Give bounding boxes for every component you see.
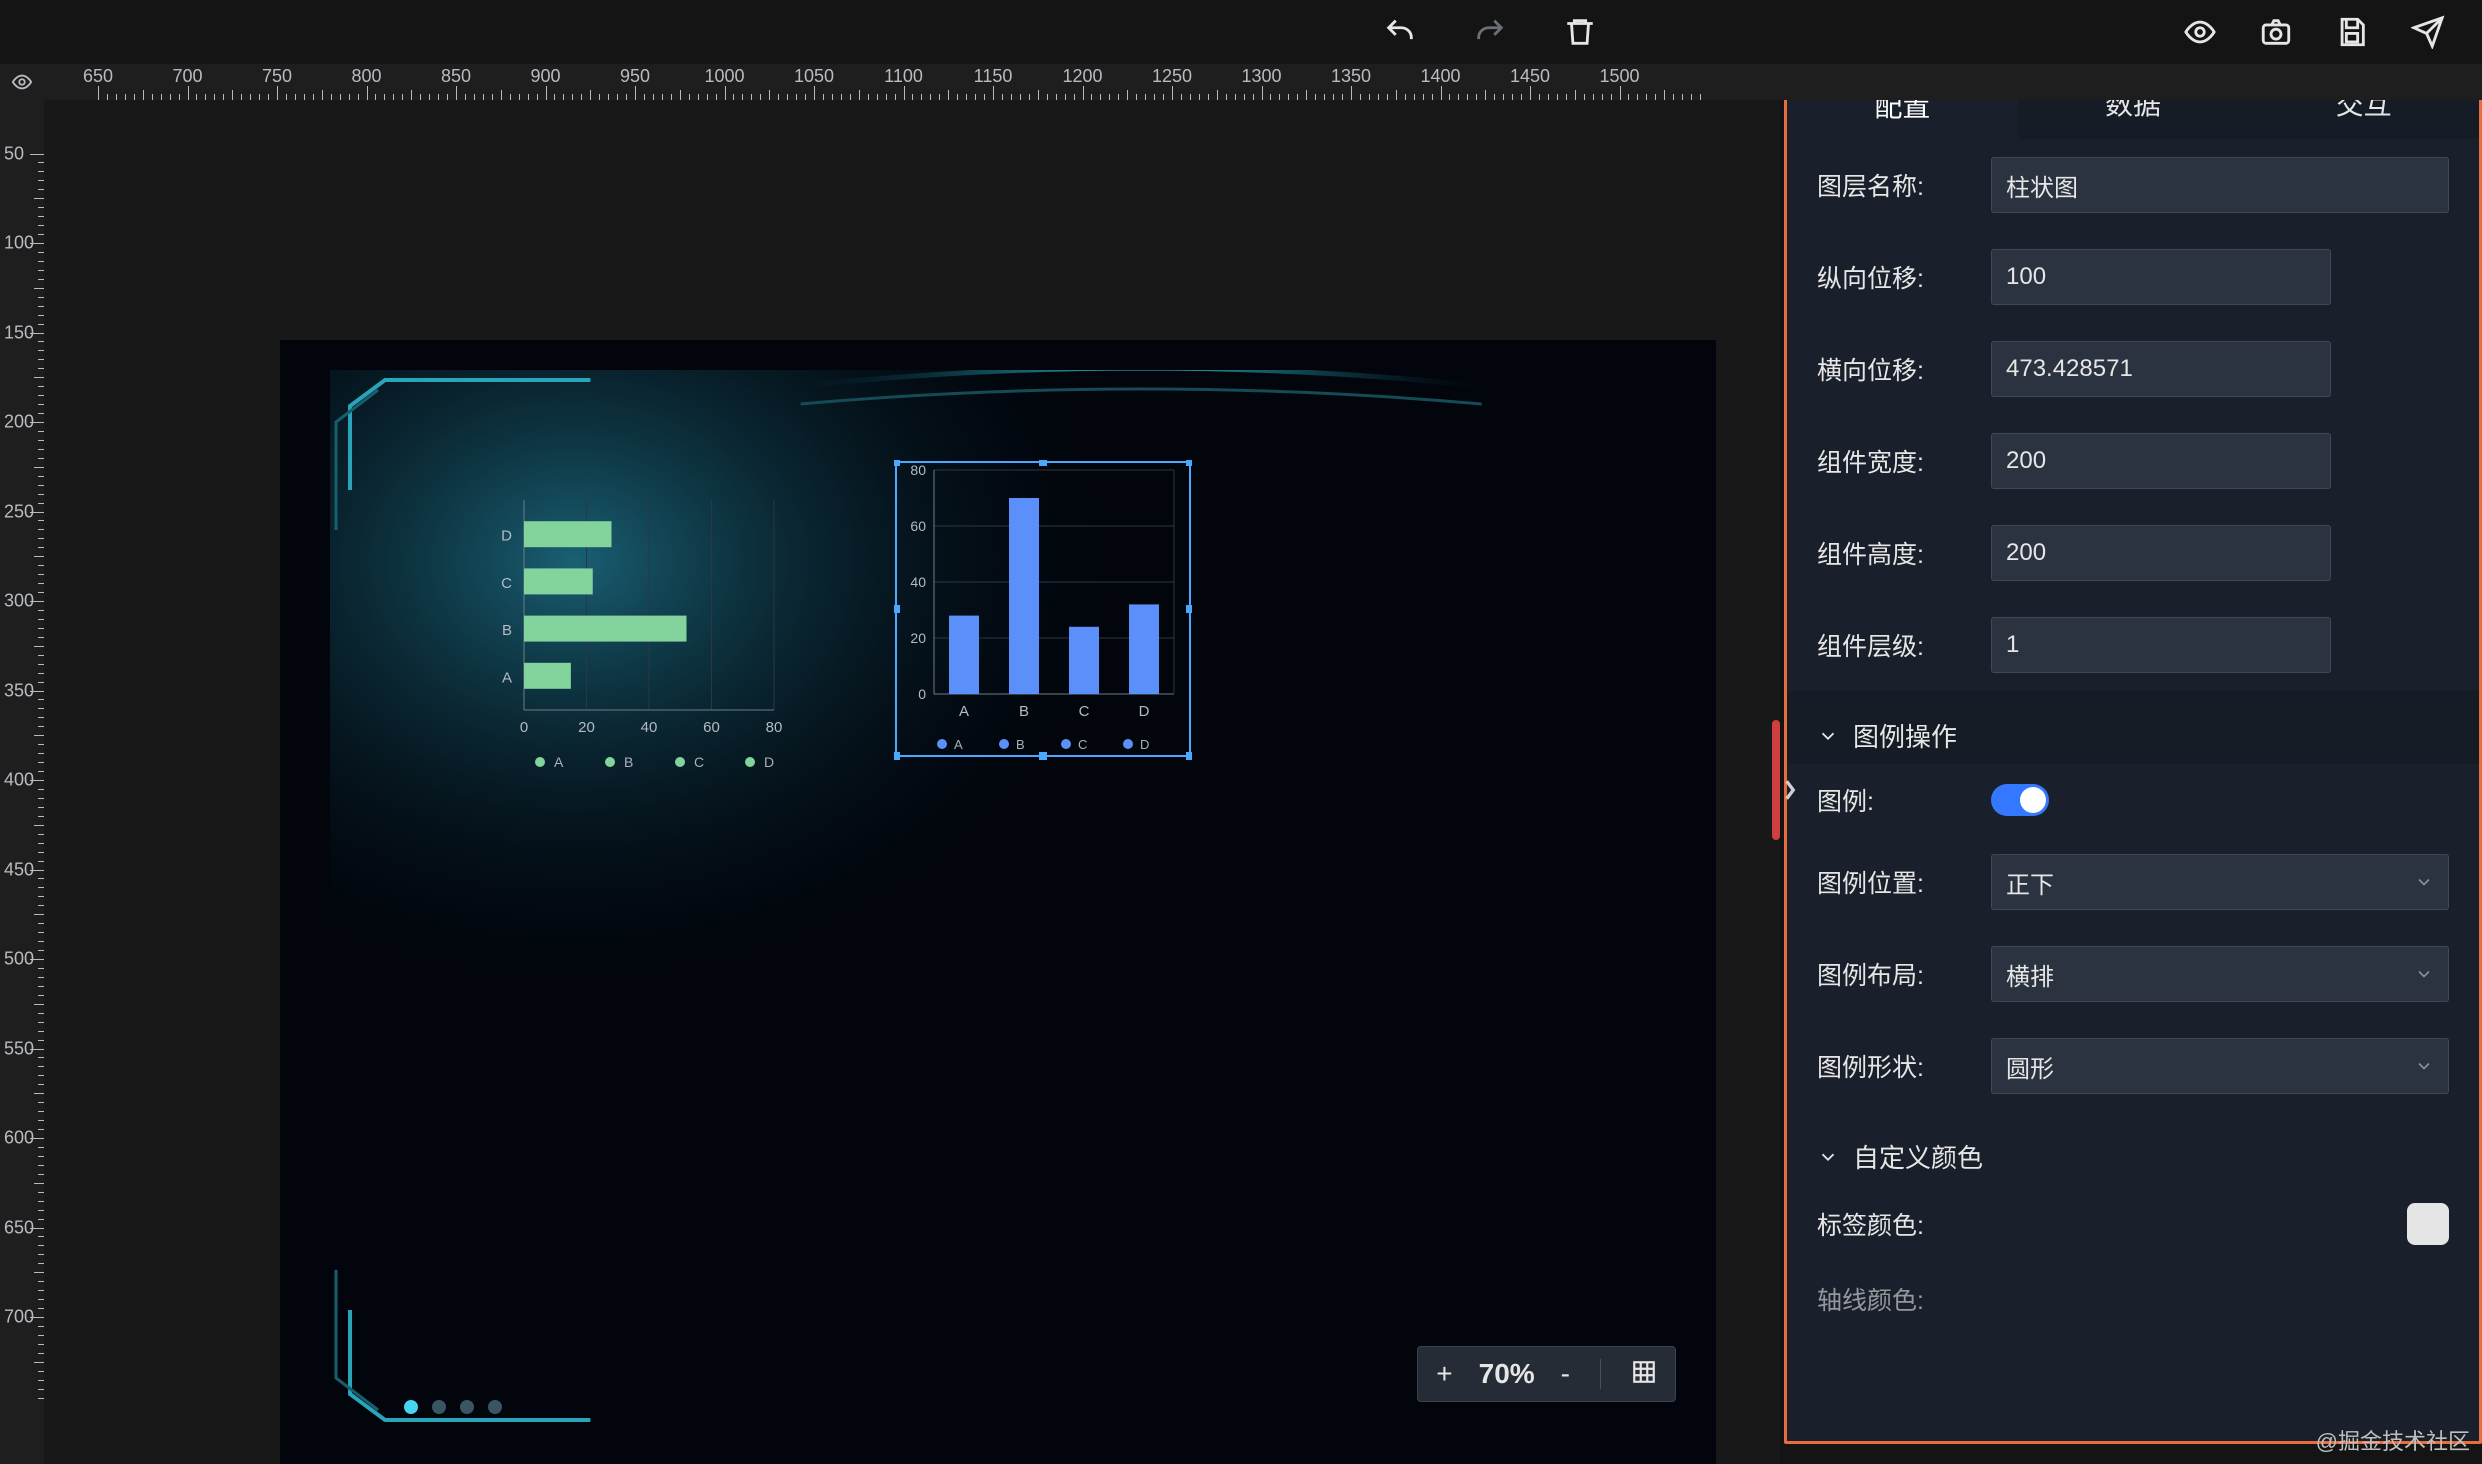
- label-axis-color: 轴线颜色:: [1817, 1281, 2449, 1317]
- label-legend-shape: 图例形状:: [1817, 1048, 1971, 1084]
- svg-text:C: C: [1079, 703, 1090, 720]
- pager-dot-2[interactable]: [432, 1400, 446, 1414]
- svg-text:D: D: [1140, 737, 1149, 752]
- input-layer-name[interactable]: [1991, 157, 2449, 213]
- svg-text:D: D: [1139, 703, 1150, 720]
- select-legend-layout-value: 横排: [2006, 957, 2054, 992]
- label-offset-y: 纵向位移:: [1817, 259, 1971, 295]
- svg-text:C: C: [1078, 737, 1087, 752]
- label-label-color: 标签颜色:: [1817, 1206, 2387, 1242]
- svg-text:0: 0: [918, 686, 926, 702]
- ruler-vertical: 5010015020025030035040045050055060065070…: [0, 100, 44, 1464]
- chevron-down-icon: [2414, 872, 2434, 892]
- select-legend-shape-value: 圆形: [2006, 1049, 2054, 1084]
- label-zindex: 组件层级:: [1817, 627, 1971, 663]
- svg-text:40: 40: [641, 719, 658, 736]
- svg-text:A: A: [959, 703, 969, 720]
- svg-text:C: C: [694, 754, 704, 770]
- svg-text:20: 20: [910, 630, 926, 646]
- panel-collapse-icon[interactable]: [1780, 760, 1800, 820]
- chart-horizontal-bar[interactable]: 0 20 40 60 80 D C B A A B C D: [480, 490, 790, 790]
- properties-panel: 配置 数据 交互 图层名称: 纵向位移: 横向位移: 组件宽度: 组件高度: 组…: [1784, 64, 2482, 1444]
- svg-text:C: C: [501, 575, 512, 592]
- pager-dots[interactable]: [404, 1400, 502, 1414]
- watermark: @掘金技术社区: [2316, 1424, 2470, 1456]
- svg-text:20: 20: [578, 719, 595, 736]
- zoom-in-button[interactable]: +: [1436, 1358, 1452, 1390]
- select-legend-layout[interactable]: 横排: [1991, 946, 2449, 1002]
- send-icon[interactable]: [2408, 12, 2448, 52]
- label-legend-enable: 图例:: [1817, 782, 1971, 818]
- trash-icon[interactable]: [1560, 12, 1600, 52]
- redo-icon[interactable]: [1470, 12, 1510, 52]
- svg-text:D: D: [764, 754, 774, 770]
- svg-text:B: B: [624, 754, 633, 770]
- pager-dot-1[interactable]: [404, 1400, 418, 1414]
- ruler-horizontal: 6507007508008509009501000105011001150120…: [0, 64, 2482, 100]
- section-legend-title: 图例操作: [1853, 717, 1957, 754]
- svg-text:80: 80: [766, 719, 783, 736]
- svg-text:80: 80: [910, 462, 926, 478]
- preview-eye-icon[interactable]: [2180, 12, 2220, 52]
- canvas[interactable]: 0 20 40 60 80 D C B A A B C D 0 20 40 60 80 A B C D A B C D + 70…: [44, 100, 1780, 1464]
- undo-icon[interactable]: [1380, 12, 1420, 52]
- chart-vertical-bar[interactable]: 0 20 40 60 80 A B C D A B C D: [894, 460, 1192, 774]
- camera-icon[interactable]: [2256, 12, 2296, 52]
- select-legend-position[interactable]: 正下: [1991, 854, 2449, 910]
- svg-text:B: B: [502, 622, 512, 639]
- svg-text:B: B: [1016, 737, 1025, 752]
- svg-text:0: 0: [520, 719, 528, 736]
- zoom-out-button[interactable]: -: [1561, 1358, 1570, 1390]
- select-legend-position-value: 正下: [2006, 865, 2054, 900]
- input-width[interactable]: [1991, 433, 2331, 489]
- svg-text:A: A: [954, 737, 963, 752]
- pager-dot-4[interactable]: [488, 1400, 502, 1414]
- chevron-down-icon: [2414, 1056, 2434, 1076]
- svg-text:40: 40: [910, 574, 926, 590]
- label-width: 组件宽度:: [1817, 443, 1971, 479]
- input-offset-y[interactable]: [1991, 249, 2331, 305]
- svg-text:A: A: [554, 754, 564, 770]
- svg-text:A: A: [502, 669, 512, 686]
- section-colors-title: 自定义颜色: [1853, 1138, 1983, 1175]
- label-layer-name: 图层名称:: [1817, 167, 1971, 203]
- label-legend-layout: 图例布局:: [1817, 956, 1971, 992]
- svg-text:60: 60: [703, 719, 720, 736]
- input-zindex[interactable]: [1991, 617, 2331, 673]
- select-legend-shape[interactable]: 圆形: [1991, 1038, 2449, 1094]
- svg-text:B: B: [1019, 703, 1029, 720]
- zoom-value: 70%: [1479, 1358, 1535, 1390]
- ruler-corner-eye-icon[interactable]: [0, 64, 44, 100]
- chevron-down-icon: [2414, 964, 2434, 984]
- artboard[interactable]: 0 20 40 60 80 D C B A A B C D 0 20 40 60 80 A B C D A B C D: [280, 340, 1716, 1464]
- swatch-label-color[interactable]: [2407, 1203, 2449, 1245]
- pager-dot-3[interactable]: [460, 1400, 474, 1414]
- label-legend-position: 图例位置:: [1817, 864, 1971, 900]
- svg-text:60: 60: [910, 518, 926, 534]
- save-icon[interactable]: [2332, 12, 2372, 52]
- zoom-control: + 70% -: [1417, 1346, 1676, 1402]
- input-offset-x[interactable]: [1991, 341, 2331, 397]
- svg-text:D: D: [501, 528, 512, 545]
- section-legend[interactable]: 图例操作: [1787, 691, 2479, 764]
- label-offset-x: 横向位移:: [1817, 351, 1971, 387]
- top-toolbar: [0, 0, 2482, 64]
- input-height[interactable]: [1991, 525, 2331, 581]
- toggle-legend[interactable]: [1991, 784, 2049, 816]
- grid-icon[interactable]: [1631, 1359, 1657, 1390]
- label-height: 组件高度:: [1817, 535, 1971, 571]
- section-colors[interactable]: 自定义颜色: [1787, 1112, 2479, 1185]
